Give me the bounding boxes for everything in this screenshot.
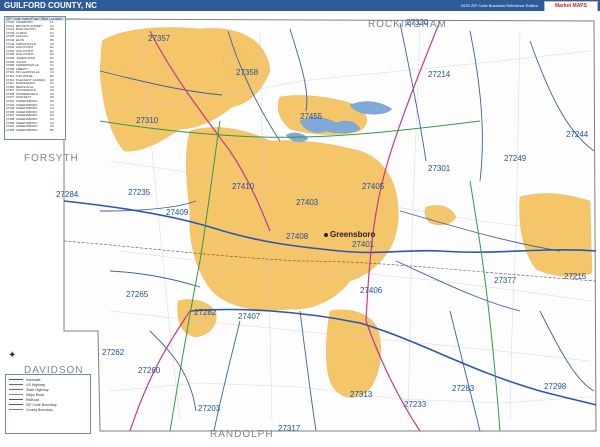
zip-label: 27406 <box>360 286 383 295</box>
key-label: Railroad <box>26 397 40 402</box>
zip-index-legend: ZIP Code Index/Post Office Location 2720… <box>4 16 66 140</box>
zip-label: 27260 <box>138 366 161 375</box>
legend-place: GREENSBORO <box>16 127 38 132</box>
map-title: GUILFORD COUNTY, NC <box>4 1 97 10</box>
zip-label: 27215 <box>564 272 587 281</box>
zip-label: 27405 <box>362 182 385 191</box>
zip-label: 27244 <box>566 130 589 139</box>
zip-label: 27203 <box>198 404 221 413</box>
zip-label: 27249 <box>504 154 527 163</box>
city-label-greensboro: Greensboro <box>330 230 375 239</box>
key-label: ZIP Code Boundary <box>26 402 57 407</box>
zip-label: 27409 <box>166 208 189 217</box>
zip-label: 27358 <box>236 68 259 77</box>
urban-south <box>326 309 381 398</box>
title-bar: GUILFORD COUNTY, NC 2020 ZIP Code Busine… <box>0 0 600 12</box>
zip-label: 27407 <box>238 312 261 321</box>
legend-zip: 27455 <box>6 127 15 132</box>
zip-label: 27284 <box>56 190 79 199</box>
compass-icon: ✦ <box>8 350 17 361</box>
county-label-randolph: RANDOLPH <box>210 429 274 440</box>
legend-grid: B3 <box>50 127 54 132</box>
zip-label: 27410 <box>232 182 255 191</box>
key-rows: Interstate US Highway State Highway Major R… <box>6 375 90 412</box>
key-label: Major Road <box>26 392 45 397</box>
key-swatch <box>9 403 23 406</box>
key-swatch <box>9 408 23 411</box>
zip-label: 27301 <box>428 164 451 173</box>
zip-label: 27233 <box>404 400 427 409</box>
zip-label: 27265 <box>126 290 149 299</box>
zip-label: 27262 <box>102 348 125 357</box>
key-swatch <box>9 378 23 381</box>
key-label: County Boundary <box>26 407 54 412</box>
zip-label: 27282 <box>194 308 217 317</box>
zip-label: 27317 <box>278 424 301 433</box>
zip-label: 27214 <box>428 70 451 79</box>
zip-label: 27357 <box>148 34 171 43</box>
county-label-forsyth: FORSYTH <box>24 153 79 164</box>
zip-label: 27320 <box>406 18 429 27</box>
zip-label: 27455 <box>300 112 323 121</box>
zip-label: 27401 <box>352 240 375 249</box>
zip-label: 27377 <box>494 276 517 285</box>
key-swatch <box>9 398 23 401</box>
zip-label: 27298 <box>544 382 567 391</box>
legend-rows: 27203 ASHEBORO F1 27214 BROWNS SUMMIT A4 27215… <box>5 20 65 133</box>
zip-label: 27403 <box>296 198 319 207</box>
key-label: US Highway <box>26 382 46 387</box>
key-label: State Highway <box>26 387 49 392</box>
zip-label: 27283 <box>452 384 475 393</box>
zip-label: 27313 <box>350 390 373 399</box>
zip-label: 27310 <box>136 116 159 125</box>
key-swatch <box>9 383 23 386</box>
key-label: Interstate <box>26 377 41 382</box>
key-row: County Boundary <box>6 407 90 412</box>
legend-row: 27455 GREENSBORO B3 <box>5 127 65 133</box>
key-swatch <box>9 393 23 396</box>
map-key: Interstate US Highway State Highway Major R… <box>5 374 91 434</box>
key-swatch <box>9 388 23 391</box>
zip-label: 27235 <box>128 188 151 197</box>
edition-label: 2020 ZIP Code Business Reference Edition <box>460 3 538 8</box>
city-marker-greensboro <box>324 233 328 237</box>
zip-label: 27408 <box>286 232 309 241</box>
